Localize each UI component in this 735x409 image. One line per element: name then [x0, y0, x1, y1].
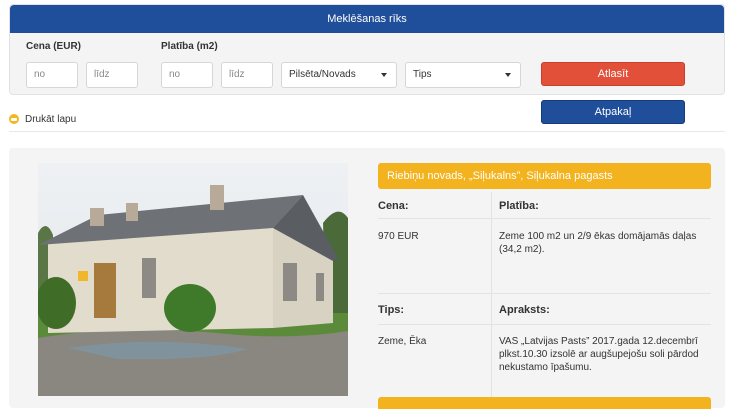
- area-header: Platība:: [499, 200, 539, 212]
- type-select[interactable]: Tips: [405, 62, 521, 88]
- price-header: Cena:: [378, 200, 409, 212]
- description-value: VAS „Latvijas Pasts” 2017.gada 12.decemb…: [499, 336, 699, 373]
- chevron-down-icon: [505, 73, 511, 77]
- city-select-value: Pilsēta/Novads: [289, 69, 356, 80]
- table-divider: [378, 324, 711, 325]
- listing-footer-bar: [378, 397, 711, 409]
- chevron-down-icon: [381, 73, 387, 77]
- property-photo: [38, 163, 348, 396]
- area-from-input[interactable]: no: [161, 62, 213, 88]
- area-value: Zeme 100 m2 un 2/9 ēkas domājamās daļas …: [499, 231, 697, 255]
- price-from-input[interactable]: no: [26, 62, 78, 88]
- price-value: 970 EUR: [378, 231, 419, 242]
- listing-title: Riebiņu novads, „Siļukalns”, Siļukalna p…: [378, 163, 711, 189]
- back-button[interactable]: Atpakaļ: [541, 100, 685, 124]
- type-select-value: Tips: [413, 69, 432, 80]
- table-divider: [491, 192, 492, 397]
- type-value: Zeme, Ēka: [378, 336, 427, 347]
- search-panel: Meklēšanas rīks Cena (EUR) Platība (m2) …: [9, 4, 725, 95]
- search-button[interactable]: Atlasīt: [541, 62, 685, 86]
- listing-card: Riebiņu novads, „Siļukalns”, Siļukalna p…: [9, 148, 725, 409]
- print-link[interactable]: Drukāt lapu: [9, 114, 76, 125]
- price-to-input[interactable]: līdz: [86, 62, 138, 88]
- description-header: Apraksts:: [499, 304, 550, 316]
- area-to-input[interactable]: līdz: [221, 62, 273, 88]
- price-label: Cena (EUR): [26, 41, 82, 52]
- printer-icon: [9, 114, 19, 125]
- type-header: Tips:: [378, 304, 405, 316]
- area-label: Platība (m2): [161, 41, 218, 52]
- table-divider: [378, 293, 711, 294]
- table-divider: [378, 218, 711, 219]
- search-header: Meklēšanas rīks: [10, 5, 724, 33]
- print-label: Drukāt lapu: [25, 114, 77, 125]
- divider: [9, 131, 725, 132]
- city-select[interactable]: Pilsēta/Novads: [281, 62, 397, 88]
